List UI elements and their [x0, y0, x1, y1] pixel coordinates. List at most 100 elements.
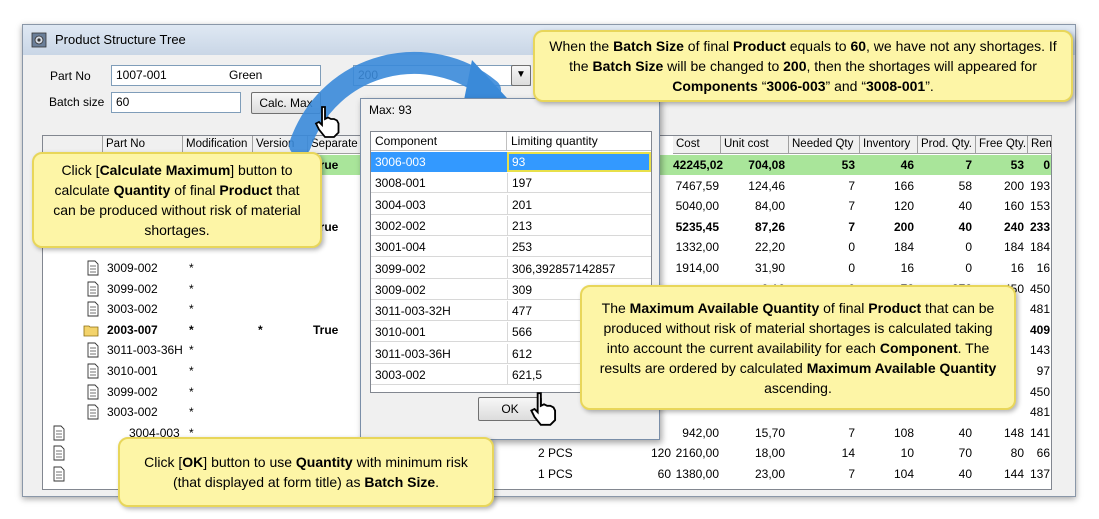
grid-cell-separate: True [313, 322, 339, 337]
batch-size-input[interactable]: 60 [111, 92, 241, 113]
document-icon [87, 260, 99, 276]
grid-cell-part-no: 3003-002 [107, 405, 158, 420]
callout-segment: ] button to use [203, 454, 296, 470]
callout-segment: 3006-003 [766, 78, 826, 94]
grid-cell-remain: 143 [1029, 343, 1050, 358]
component-cell: 3011-003-32H [375, 304, 451, 319]
callout-segment: Batch Size [592, 58, 664, 74]
grid-cell-remain: 184 [1029, 240, 1050, 255]
list-item[interactable]: 3008-001 197 [371, 173, 651, 194]
grid-header-free-qty[interactable]: Free Qty. [976, 136, 1028, 154]
callout-segment: Maximum Available Quantity [806, 359, 997, 376]
callout-segment: 3008-001 [866, 78, 926, 94]
document-icon [53, 445, 65, 461]
grid-cell-free-qty: 16 [1010, 261, 1024, 275]
callout-segment: of final [170, 182, 220, 198]
component-cell: 3010-001 [375, 325, 426, 340]
grid-cell-remain: 0 [1043, 158, 1050, 172]
grid-header-inventory[interactable]: Inventory [860, 136, 918, 154]
grid-cell-prod-qty: 70 [958, 446, 972, 461]
grid-header-unit-cost[interactable]: Unit cost [721, 136, 789, 154]
document-icon [87, 281, 99, 297]
grid-header-cost[interactable]: Cost [673, 136, 721, 154]
callout-segment: Click [ [144, 454, 183, 470]
callout-segment: ascending. [764, 379, 832, 396]
grid-cell-inventory: 184 [893, 240, 914, 255]
grid-cell-cost: 1332,00 [675, 240, 719, 255]
window-title: Product Structure Tree [55, 32, 186, 47]
grid-cell-remain: 137 [1029, 467, 1050, 481]
grid-cell-unit-cost: 84,00 [754, 199, 785, 214]
document-icon [87, 301, 99, 317]
col-header-component[interactable]: Component [371, 132, 507, 151]
callout-batch-size-shortages: When the Batch Size of final Product equ… [533, 30, 1073, 102]
callout-segment: 60 [850, 38, 867, 54]
callout-segment: 200 [783, 58, 807, 74]
grid-cell-part-no: 3003-002 [107, 302, 158, 317]
document-icon [87, 404, 99, 420]
part-no-label: Part No [50, 69, 91, 83]
grid-cell-inventory: 108 [893, 425, 914, 440]
grid-cell-prod-qty: 0 [965, 240, 972, 255]
limiting-quantity-cell: 201 [507, 194, 651, 215]
grid-cell-cost: 1914,00 [675, 261, 719, 275]
callout-segment: Components [672, 78, 758, 94]
grid-cell-free-qty: 148 [1003, 425, 1024, 440]
grid-cell-prod-qty: 40 [958, 199, 972, 214]
grid-cell-modification: * [189, 343, 194, 358]
grid-header-prod-qty[interactable]: Prod. Qty. [918, 136, 976, 154]
batch-size-value: 60 [116, 95, 130, 109]
grid-cell-prod-qty: 40 [958, 425, 972, 440]
grid-cell-inventory: 104 [893, 467, 914, 481]
grid-cell-needed-qty: 53 [841, 158, 855, 172]
grid-cell-modification: * [189, 302, 194, 317]
callout-segment: Batch Size [364, 474, 436, 490]
callout-text: Click [OK] button to use Quantity with m… [130, 452, 482, 492]
callout-calc-max-button: Click [Calculate Maximum] button to calc… [32, 152, 322, 248]
grid-cell-modification: * [189, 261, 194, 275]
callout-segment: Component [879, 339, 958, 356]
callout-segment: . [435, 474, 440, 490]
list-item[interactable]: 3002-002 213 [371, 215, 651, 236]
component-cell: 3006-003 [371, 152, 507, 172]
grid-header-needed-qty[interactable]: Needed Qty [789, 136, 860, 154]
grid-cell-remain: 450 [1029, 384, 1050, 399]
component-cell: 3001-004 [375, 240, 426, 255]
grid-cell-remain: 141 [1029, 425, 1050, 440]
grid-cell-remain: 16 [1036, 261, 1050, 275]
grid-cell-unit-cost: 124,46 [748, 178, 785, 193]
grid-cell-prod-qty: 58 [958, 178, 972, 193]
grid-cell-needed-qty: 7 [848, 199, 855, 214]
callout-max-available-quantity: The Maximum Available Quantity of final … [580, 285, 1016, 410]
component-cell: 3011-003-36H [375, 346, 451, 361]
part-name-value: Green [229, 68, 263, 82]
col-header-limiting-quantity[interactable]: Limiting quantity [507, 132, 651, 151]
hand-cursor-icon [530, 392, 557, 426]
grid-cell-needed-qty: 0 [848, 261, 855, 275]
grid-cell-needed-qty: 14 [841, 446, 855, 461]
list-item[interactable]: 3004-003 201 [371, 194, 651, 215]
callout-segment: of final [683, 38, 733, 54]
grid-cell-remain: 409 [1029, 322, 1050, 337]
list-item[interactable]: 3099-002 306,392857142857 [371, 258, 651, 279]
grid-header-remain[interactable]: Remain [1028, 136, 1052, 154]
callout-segment: Product [219, 182, 273, 198]
callout-segment: Quantity [295, 454, 353, 470]
callout-segment: Batch Size [613, 38, 684, 54]
grid-cell-remain: 233 [1029, 219, 1050, 234]
grid-cell-unit-cost: 704,08 [748, 158, 785, 172]
dialog-title: Max: 93 [369, 103, 412, 117]
callout-segment: equals to [785, 38, 851, 54]
callout-segment: ”. [925, 78, 934, 94]
limiting-quantity-cell: 93 [507, 152, 651, 172]
grid-cell-inventory: 10 [900, 446, 914, 461]
grid-cell-inventory: 16 [900, 261, 914, 275]
grid-cell-modification: * [189, 322, 194, 337]
grid-cell-unit-cost: 22,20 [754, 240, 785, 255]
document-icon [87, 363, 99, 379]
callout-segment: Product [868, 299, 922, 316]
list-item[interactable]: 3001-004 253 [371, 237, 651, 258]
callout-segment: ” and “ [825, 78, 867, 94]
grid-cell-remain: 193 [1029, 178, 1050, 193]
list-item[interactable]: 3006-003 93 [371, 152, 651, 172]
